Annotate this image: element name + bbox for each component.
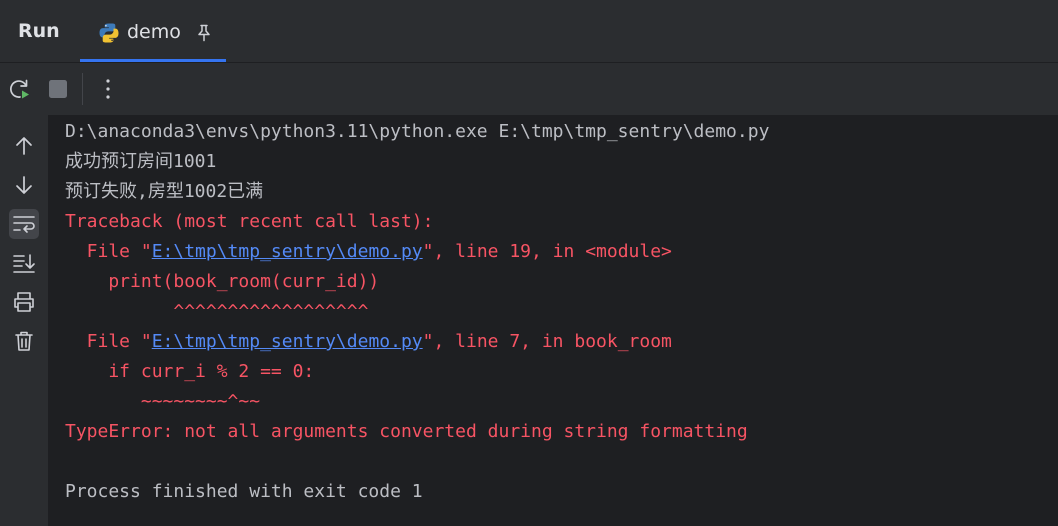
traceback-code: print(book_room(curr_id)) [65, 271, 380, 292]
stop-icon[interactable] [45, 76, 71, 102]
run-tool-window: Run demo D:\anaconda3\envs\python3.11\py… [0, 0, 1058, 526]
print-icon[interactable] [9, 287, 39, 317]
console-output[interactable]: D:\anaconda3\envs\python3.11\python.exe … [48, 115, 1058, 526]
tab-demo[interactable]: demo [80, 0, 226, 62]
exit-status: Process finished with exit code 1 [65, 481, 423, 502]
frame-suffix: ", line 19, in <module> [422, 241, 672, 262]
scroll-to-end-icon[interactable] [9, 248, 39, 278]
frame-prefix: File " [65, 241, 152, 262]
error-message: TypeError: not all arguments converted d… [65, 421, 748, 442]
file-link[interactable]: E:\tmp\tmp_sentry\demo.py [152, 331, 423, 352]
more-vertical-icon[interactable] [95, 76, 121, 102]
output-line: 预订失败,房型1002已满 [65, 181, 264, 202]
run-tab-bar: Run demo [0, 0, 1058, 63]
rerun-icon[interactable] [7, 76, 33, 102]
command-line: D:\anaconda3\envs\python3.11\python.exe … [65, 121, 770, 142]
tab-active-indicator [80, 59, 226, 62]
run-toolbar [0, 63, 1058, 115]
traceback-frame: File "E:\tmp\tmp_sentry\demo.py", line 1… [65, 237, 672, 267]
output-line: 成功预订房间1001 [65, 151, 217, 172]
run-title: Run [18, 20, 60, 42]
tab-label: demo [127, 21, 181, 43]
console-side-toolbar [0, 115, 48, 526]
pin-icon[interactable] [194, 23, 214, 43]
traceback-marker: ^^^^^^^^^^^^^^^^^^ [65, 301, 369, 322]
soft-wrap-icon[interactable] [9, 209, 39, 239]
python-icon [99, 23, 119, 43]
traceback-marker: ~~~~~~~~^~~ [65, 391, 261, 412]
frame-suffix: ", line 7, in book_room [422, 331, 672, 352]
toolbar-separator [82, 73, 83, 105]
traceback-frame: File "E:\tmp\tmp_sentry\demo.py", line 7… [65, 327, 672, 357]
arrow-up-icon[interactable] [9, 131, 39, 161]
arrow-down-icon[interactable] [9, 170, 39, 200]
file-link[interactable]: E:\tmp\tmp_sentry\demo.py [152, 241, 423, 262]
traceback-code: if curr_i % 2 == 0: [65, 361, 315, 382]
traceback-header: Traceback (most recent call last): [65, 211, 434, 232]
frame-prefix: File " [65, 331, 152, 352]
trash-icon[interactable] [9, 326, 39, 356]
